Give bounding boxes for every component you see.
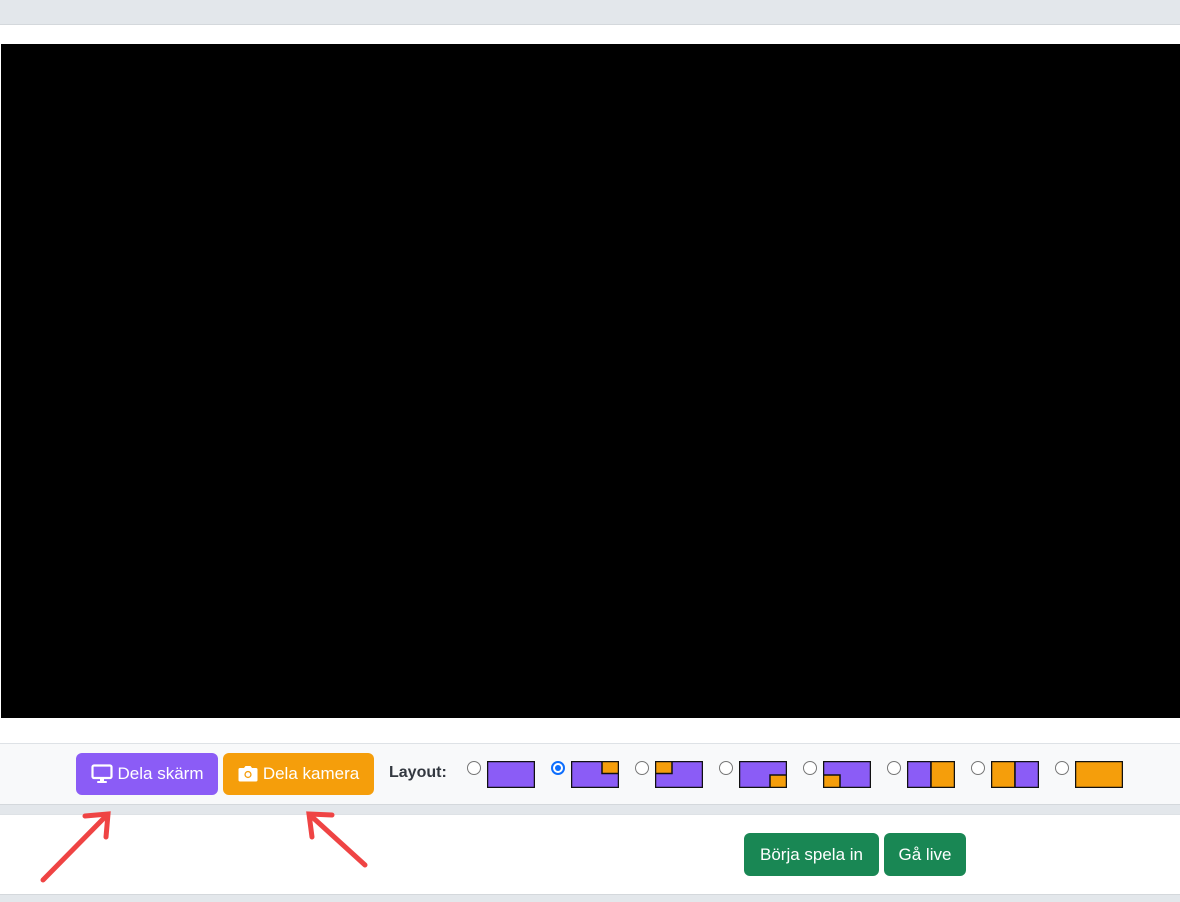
layout-camera-top-left-icon [655,760,703,788]
bottom-strip [0,894,1180,902]
share-screen-button[interactable]: Dela skärm [76,753,218,795]
share-camera-button[interactable]: Dela kamera [223,753,374,795]
layout-camera-only-icon [1075,760,1123,788]
share-screen-label: Dela skärm [117,764,204,783]
layout-label: Layout: [389,764,447,781]
action-bar [0,814,1180,894]
layout-camera-bottom-left-icon [823,760,871,788]
layout-split-screen-camera-icon [907,760,955,788]
start-recording-label: Börja spela in [759,844,863,864]
layout-radio[interactable] [467,761,481,775]
layout-option-camera-only[interactable] [1055,760,1123,788]
layout-radio[interactable] [635,761,649,775]
layout-radio[interactable] [719,761,733,775]
layout-split-camera-screen-icon [991,760,1039,788]
start-recording-button[interactable]: Börja spela in [744,833,879,876]
layout-radio[interactable] [971,761,985,775]
camera-icon [238,766,258,782]
go-live-button[interactable]: Gå live [884,833,966,876]
layout-camera-bottom-right-icon [739,760,787,788]
go-live-label: Gå live [898,844,952,864]
layout-radio[interactable] [887,761,901,775]
layout-radio[interactable] [1055,761,1069,775]
share-camera-label: Dela kamera [262,764,360,783]
layout-option-screen-left-camera-right[interactable] [887,760,955,788]
layout-camera-top-right-icon [571,760,619,788]
layout-screen-only-icon [487,760,535,788]
layout-option-screen-only[interactable] [467,760,535,788]
layout-option-camera-left-screen-right[interactable] [971,760,1039,788]
separator-strip [0,805,1180,814]
layout-option-camera-bottom-right[interactable] [719,760,787,788]
monitor-icon [90,764,113,783]
layout-option-camera-top-left[interactable] [635,760,703,788]
layout-option-camera-bottom-left[interactable] [803,760,871,788]
layout-radio[interactable] [803,761,817,775]
top-strip [0,0,1180,25]
layout-option-camera-top-right[interactable] [551,760,619,788]
layout-radio-selected[interactable] [551,761,565,775]
video-preview [1,44,1180,718]
